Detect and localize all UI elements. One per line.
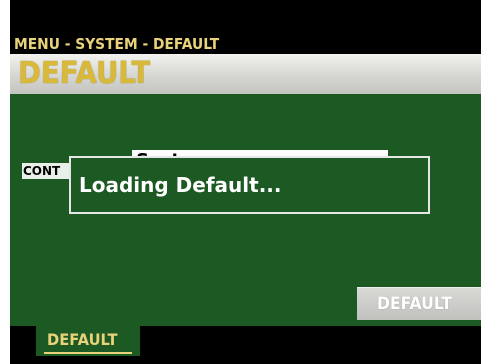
default-button[interactable]: DEFAULT (357, 287, 481, 320)
default-button-label: DEFAULT (377, 294, 452, 314)
breadcrumb: MENU - SYSTEM - DEFAULT (14, 35, 444, 53)
tab-default-label: DEFAULT (47, 330, 118, 349)
loading-message: Loading Default... (79, 173, 282, 197)
loading-dialog: Loading Default... (69, 156, 430, 214)
tab-default[interactable]: DEFAULT (36, 326, 140, 356)
parameter-label: CONT (22, 163, 72, 179)
top-black-bar (10, 0, 481, 36)
active-tab-indicator (44, 352, 132, 354)
page-title: DEFAULT (18, 56, 151, 91)
organ-display-screen: MENU - SYSTEM - DEFAULT DEFAULT System C… (0, 0, 481, 364)
